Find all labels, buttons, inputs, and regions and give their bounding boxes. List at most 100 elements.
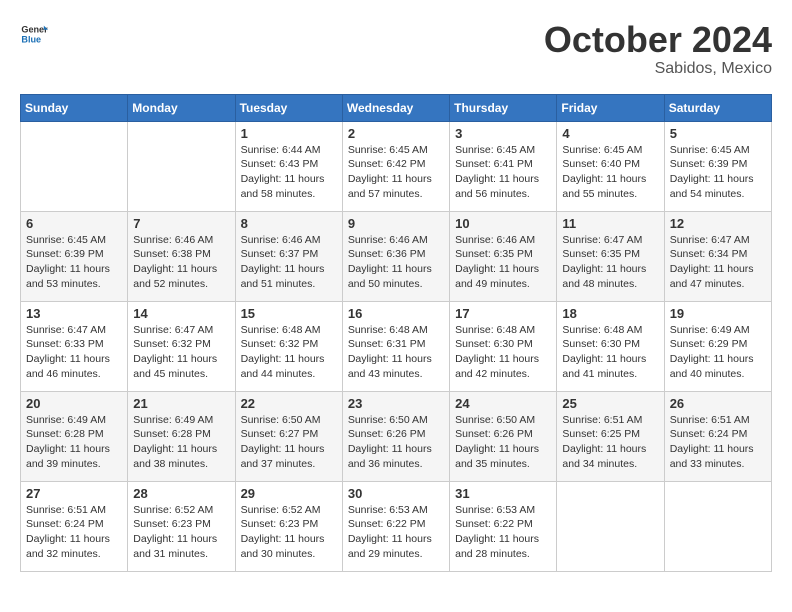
calendar-cell: 14 Sunrise: 6:47 AMSunset: 6:32 PMDayligh… [128,301,235,391]
calendar-cell: 4Sunrise: 6:45 AMSunset: 6:40 PMDaylight… [557,121,664,211]
cell-info: Sunrise: 6:46 AMSunset: 6:38 PMDaylight:… [133,233,229,292]
logo: General Blue [20,20,48,48]
svg-text:Blue: Blue [21,34,41,44]
calendar-cell: 2Sunrise: 6:45 AMSunset: 6:42 PMDaylight… [342,121,449,211]
calendar-cell: 6 Sunrise: 6:45 AMSunset: 6:39 PMDaylight… [21,211,128,301]
day-number: 29 [241,486,337,501]
header-tuesday: Tuesday [235,94,342,121]
cell-info: Sunrise: 6:49 AMSunset: 6:29 PMDaylight:… [670,323,766,382]
logo-icon: General Blue [20,20,48,48]
calendar-cell: 17 Sunrise: 6:48 AMSunset: 6:30 PMDayligh… [450,301,557,391]
day-number: 7 [133,216,229,231]
calendar-cell: 11Sunrise: 6:47 AMSunset: 6:35 PMDayligh… [557,211,664,301]
cell-info: Sunrise: 6:48 AMSunset: 6:32 PMDaylight:… [241,323,337,382]
day-number: 10 [455,216,551,231]
cell-info: Sunrise: 6:52 AMSunset: 6:23 PMDaylight:… [133,503,229,562]
calendar-cell: 10 Sunrise: 6:46 AMSunset: 6:35 PMDayligh… [450,211,557,301]
day-number: 22 [241,396,337,411]
calendar-cell: 31 Sunrise: 6:53 AMSunset: 6:22 PMDayligh… [450,481,557,571]
day-number: 14 [133,306,229,321]
day-number: 6 [26,216,122,231]
day-number: 24 [455,396,551,411]
cell-info: Sunrise: 6:51 AMSunset: 6:24 PMDaylight:… [670,413,766,472]
cell-info: Sunrise: 6:45 AMSunset: 6:41 PMDaylight:… [455,143,551,202]
day-number: 8 [241,216,337,231]
day-number: 19 [670,306,766,321]
cell-info: Sunrise: 6:49 AMSunset: 6:28 PMDaylight:… [133,413,229,472]
calendar-cell: 3 Sunrise: 6:45 AMSunset: 6:41 PMDaylight… [450,121,557,211]
day-number: 9 [348,216,444,231]
calendar-cell: 19 Sunrise: 6:49 AMSunset: 6:29 PMDayligh… [664,301,771,391]
calendar-cell: 21 Sunrise: 6:49 AMSunset: 6:28 PMDayligh… [128,391,235,481]
day-number: 31 [455,486,551,501]
cell-info: Sunrise: 6:49 AMSunset: 6:28 PMDaylight:… [26,413,122,472]
day-number: 18 [562,306,658,321]
calendar-cell: 30Sunrise: 6:53 AMSunset: 6:22 PMDayligh… [342,481,449,571]
day-number: 21 [133,396,229,411]
header-monday: Monday [128,94,235,121]
location: Sabidos, Mexico [544,60,772,78]
calendar-cell [128,121,235,211]
day-number: 15 [241,306,337,321]
day-number: 25 [562,396,658,411]
calendar-header-row: SundayMondayTuesdayWednesdayThursdayFrid… [21,94,772,121]
calendar-cell: 7 Sunrise: 6:46 AMSunset: 6:38 PMDaylight… [128,211,235,301]
month-title: October 2024 [544,20,772,60]
calendar-cell: 28 Sunrise: 6:52 AMSunset: 6:23 PMDayligh… [128,481,235,571]
calendar-cell: 20 Sunrise: 6:49 AMSunset: 6:28 PMDayligh… [21,391,128,481]
day-number: 4 [562,126,658,141]
cell-info: Sunrise: 6:47 AMSunset: 6:35 PMDaylight:… [562,233,658,292]
calendar-table: SundayMondayTuesdayWednesdayThursdayFrid… [20,94,772,572]
cell-info: Sunrise: 6:45 AMSunset: 6:42 PMDaylight:… [348,143,444,202]
cell-info: Sunrise: 6:48 AMSunset: 6:30 PMDaylight:… [455,323,551,382]
day-number: 27 [26,486,122,501]
cell-info: Sunrise: 6:45 AMSunset: 6:39 PMDaylight:… [26,233,122,292]
calendar-cell [664,481,771,571]
calendar-cell: 9 Sunrise: 6:46 AMSunset: 6:36 PMDaylight… [342,211,449,301]
week-row-2: 13Sunrise: 6:47 AMSunset: 6:33 PMDayligh… [21,301,772,391]
cell-info: Sunrise: 6:47 AMSunset: 6:32 PMDaylight:… [133,323,229,382]
calendar-cell: 22 Sunrise: 6:50 AMSunset: 6:27 PMDayligh… [235,391,342,481]
cell-info: Sunrise: 6:44 AMSunset: 6:43 PMDaylight:… [241,143,337,202]
week-row-0: 1 Sunrise: 6:44 AMSunset: 6:43 PMDaylight… [21,121,772,211]
week-row-3: 20 Sunrise: 6:49 AMSunset: 6:28 PMDayligh… [21,391,772,481]
cell-info: Sunrise: 6:46 AMSunset: 6:36 PMDaylight:… [348,233,444,292]
cell-info: Sunrise: 6:50 AMSunset: 6:27 PMDaylight:… [241,413,337,472]
cell-info: Sunrise: 6:45 AMSunset: 6:39 PMDaylight:… [670,143,766,202]
header-friday: Friday [557,94,664,121]
day-number: 13 [26,306,122,321]
cell-info: Sunrise: 6:48 AMSunset: 6:31 PMDaylight:… [348,323,444,382]
day-number: 28 [133,486,229,501]
calendar-cell: 23Sunrise: 6:50 AMSunset: 6:26 PMDayligh… [342,391,449,481]
calendar-cell: 27 Sunrise: 6:51 AMSunset: 6:24 PMDayligh… [21,481,128,571]
cell-info: Sunrise: 6:46 AMSunset: 6:37 PMDaylight:… [241,233,337,292]
cell-info: Sunrise: 6:51 AMSunset: 6:25 PMDaylight:… [562,413,658,472]
header-sunday: Sunday [21,94,128,121]
calendar-cell: 12 Sunrise: 6:47 AMSunset: 6:34 PMDayligh… [664,211,771,301]
week-row-1: 6 Sunrise: 6:45 AMSunset: 6:39 PMDaylight… [21,211,772,301]
header-thursday: Thursday [450,94,557,121]
calendar-cell [21,121,128,211]
cell-info: Sunrise: 6:47 AMSunset: 6:34 PMDaylight:… [670,233,766,292]
page-header: General Blue October 2024 Sabidos, Mexic… [20,20,772,78]
calendar-cell: 18 Sunrise: 6:48 AMSunset: 6:30 PMDayligh… [557,301,664,391]
day-number: 12 [670,216,766,231]
cell-info: Sunrise: 6:53 AMSunset: 6:22 PMDaylight:… [455,503,551,562]
day-number: 17 [455,306,551,321]
cell-info: Sunrise: 6:48 AMSunset: 6:30 PMDaylight:… [562,323,658,382]
day-number: 1 [241,126,337,141]
calendar-cell: 26 Sunrise: 6:51 AMSunset: 6:24 PMDayligh… [664,391,771,481]
day-number: 20 [26,396,122,411]
calendar-cell: 15 Sunrise: 6:48 AMSunset: 6:32 PMDayligh… [235,301,342,391]
calendar-cell: 25 Sunrise: 6:51 AMSunset: 6:25 PMDayligh… [557,391,664,481]
calendar-cell: 16 Sunrise: 6:48 AMSunset: 6:31 PMDayligh… [342,301,449,391]
day-number: 3 [455,126,551,141]
day-number: 16 [348,306,444,321]
calendar-cell: 13Sunrise: 6:47 AMSunset: 6:33 PMDayligh… [21,301,128,391]
cell-info: Sunrise: 6:46 AMSunset: 6:35 PMDaylight:… [455,233,551,292]
cell-info: Sunrise: 6:53 AMSunset: 6:22 PMDaylight:… [348,503,444,562]
calendar-cell: 5Sunrise: 6:45 AMSunset: 6:39 PMDaylight… [664,121,771,211]
day-number: 26 [670,396,766,411]
cell-info: Sunrise: 6:50 AMSunset: 6:26 PMDaylight:… [455,413,551,472]
cell-info: Sunrise: 6:51 AMSunset: 6:24 PMDaylight:… [26,503,122,562]
